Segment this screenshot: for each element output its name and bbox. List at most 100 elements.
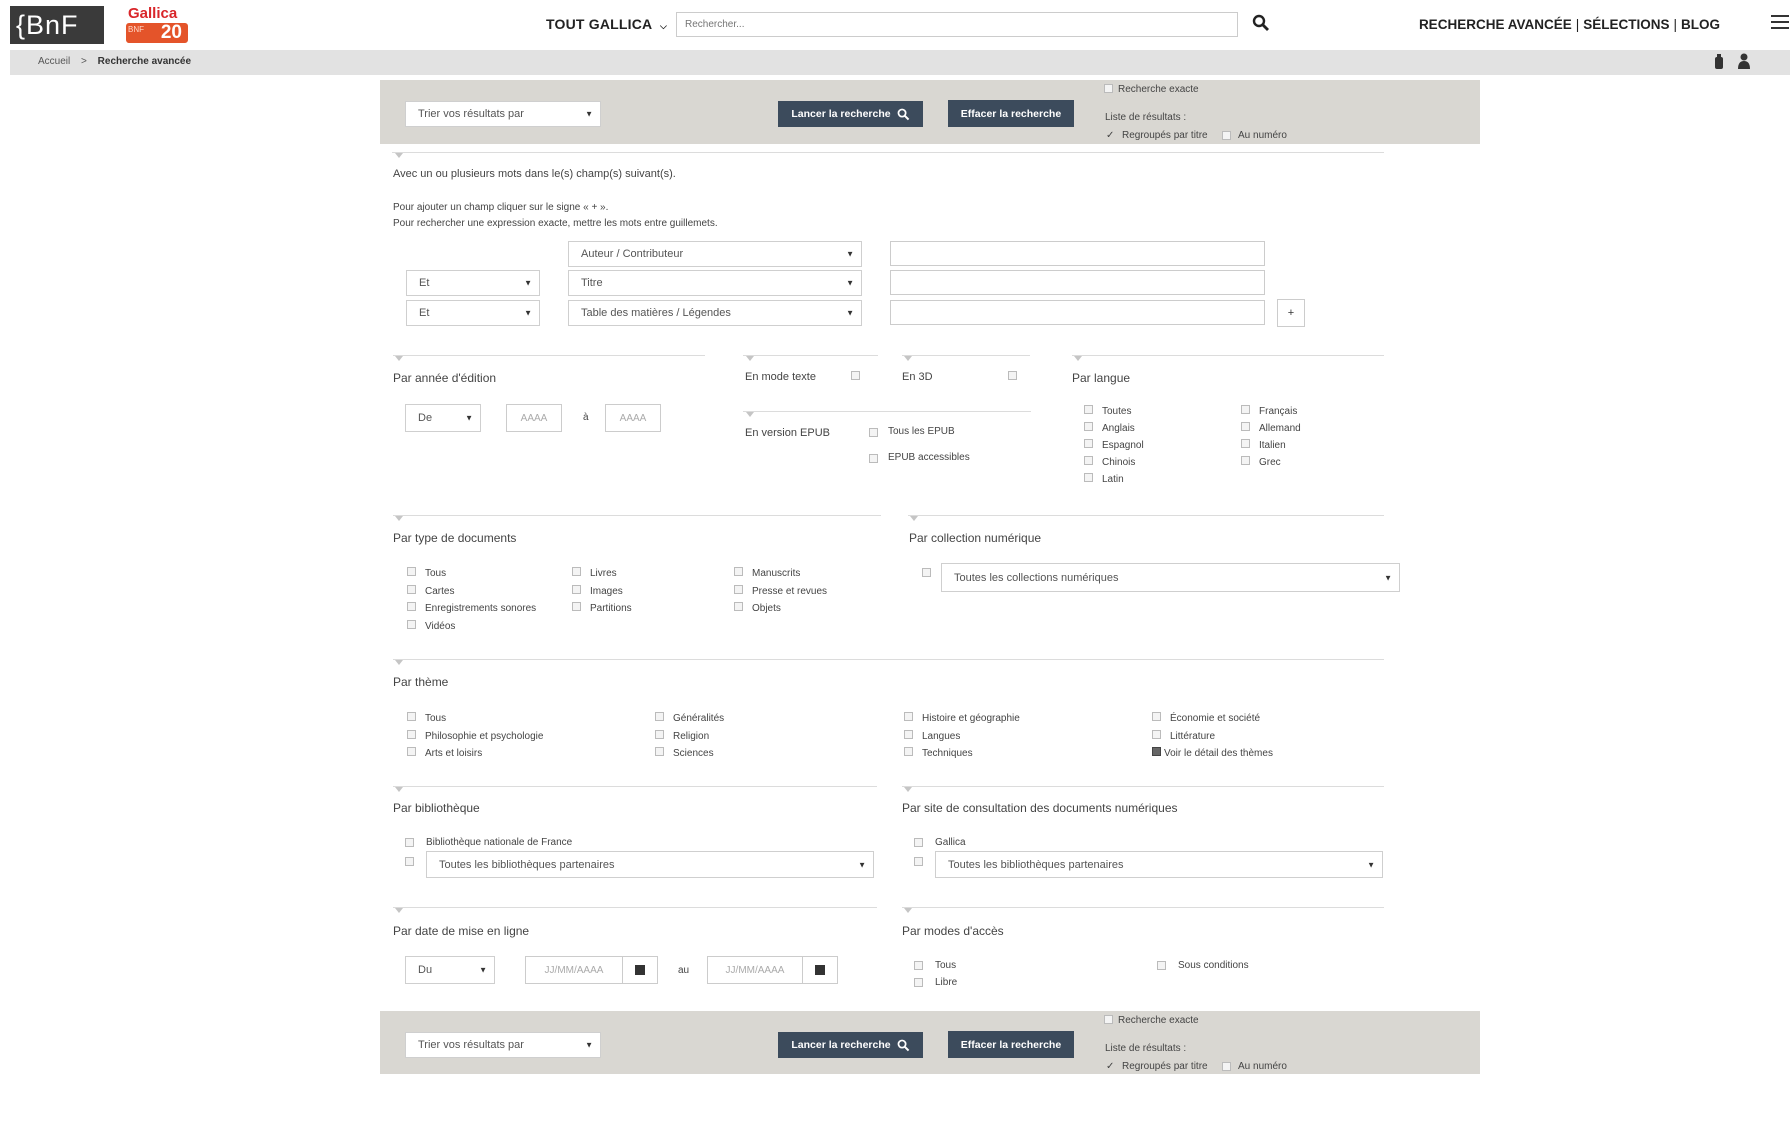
date-from-select[interactable]: Du ▼ bbox=[405, 956, 495, 984]
theme-option[interactable]: Arts et loisirs bbox=[407, 747, 543, 765]
field-input-3[interactable] bbox=[890, 300, 1265, 325]
menu-icon[interactable] bbox=[1771, 14, 1789, 30]
date-to-input[interactable]: JJ/MM/AAAA bbox=[707, 956, 803, 984]
breadcrumb-home[interactable]: Accueil bbox=[38, 56, 70, 67]
checkbox[interactable] bbox=[655, 712, 664, 721]
checkbox[interactable] bbox=[904, 747, 913, 756]
checkbox[interactable] bbox=[1241, 422, 1250, 431]
checkbox[interactable] bbox=[1241, 405, 1250, 414]
collapse-icon[interactable] bbox=[395, 787, 403, 792]
access-conditions-checkbox[interactable] bbox=[1157, 961, 1166, 970]
collapse-icon[interactable] bbox=[395, 908, 403, 913]
doctype-option[interactable]: Cartes bbox=[407, 584, 536, 603]
doctype-option[interactable]: Vidéos bbox=[407, 619, 536, 638]
checkbox[interactable] bbox=[1084, 439, 1093, 448]
language-option[interactable]: Latin bbox=[1084, 473, 1144, 490]
field-select-2[interactable]: Titre ▼ bbox=[568, 270, 862, 296]
by-number-checkbox[interactable] bbox=[1222, 131, 1231, 140]
grouped-by-title-label[interactable]: Regroupés par titre bbox=[1122, 1061, 1208, 1072]
language-option[interactable]: Anglais bbox=[1084, 422, 1144, 439]
checkbox[interactable] bbox=[734, 567, 743, 576]
checkbox[interactable] bbox=[1084, 456, 1093, 465]
doctype-option[interactable]: Manuscrits bbox=[734, 567, 827, 585]
checkbox[interactable] bbox=[1152, 712, 1161, 721]
operator-select-2[interactable]: Et ▼ bbox=[406, 270, 540, 296]
collapse-icon[interactable] bbox=[395, 356, 403, 361]
epub-accessible-checkbox[interactable] bbox=[869, 454, 878, 463]
checkbox[interactable] bbox=[904, 729, 913, 739]
checkbox[interactable] bbox=[572, 602, 581, 611]
theme-option[interactable]: Tous bbox=[407, 712, 543, 730]
field-select-3[interactable]: Table des matières / Légendes ▼ bbox=[568, 300, 862, 326]
calendar-icon[interactable] bbox=[623, 956, 658, 984]
theme-option[interactable]: Littérature bbox=[1152, 729, 1273, 748]
access-free-checkbox[interactable] bbox=[914, 978, 923, 987]
checkbox[interactable] bbox=[1241, 439, 1250, 448]
bnf-checkbox[interactable] bbox=[405, 838, 414, 847]
collapse-icon[interactable] bbox=[910, 516, 918, 521]
nav-blog[interactable]: BLOG bbox=[1681, 17, 1720, 32]
checkbox[interactable] bbox=[734, 602, 743, 611]
checkbox[interactable] bbox=[572, 567, 581, 576]
checkbox[interactable] bbox=[904, 712, 913, 721]
date-from-input[interactable]: JJ/MM/AAAA bbox=[525, 956, 623, 984]
collapse-icon[interactable] bbox=[746, 412, 754, 417]
year-to-input[interactable]: AAAA bbox=[605, 404, 661, 432]
checkbox[interactable] bbox=[1084, 405, 1093, 414]
checkbox[interactable] bbox=[572, 584, 581, 594]
doctype-option[interactable]: Partitions bbox=[572, 602, 632, 620]
calendar-icon[interactable] bbox=[803, 956, 838, 984]
bnf-logo[interactable]: {BnF bbox=[10, 6, 104, 44]
site-partner-checkbox[interactable] bbox=[914, 857, 923, 866]
add-field-button[interactable]: + bbox=[1277, 299, 1305, 327]
doctype-option[interactable]: Presse et revues bbox=[734, 584, 827, 603]
3d-checkbox[interactable] bbox=[1008, 371, 1017, 380]
collapse-icon[interactable] bbox=[395, 516, 403, 521]
exact-search-checkbox[interactable] bbox=[1104, 84, 1113, 93]
theme-option[interactable]: Économie et société bbox=[1152, 712, 1273, 730]
user-icon[interactable] bbox=[1737, 53, 1751, 70]
collapse-icon[interactable] bbox=[1074, 356, 1082, 361]
language-option[interactable]: Français bbox=[1241, 405, 1301, 422]
exact-search-checkbox[interactable] bbox=[1104, 1015, 1113, 1024]
grouped-by-title-label[interactable]: Regroupés par titre bbox=[1122, 130, 1208, 141]
theme-option[interactable]: Généralités bbox=[655, 712, 724, 730]
clear-button-bottom[interactable]: Effacer la recherche bbox=[948, 1031, 1074, 1058]
collapse-icon[interactable] bbox=[395, 153, 403, 158]
checkbox[interactable] bbox=[407, 619, 416, 629]
nav-advanced-search[interactable]: RECHERCHE AVANCÉE bbox=[1419, 17, 1572, 32]
checkbox[interactable] bbox=[655, 729, 664, 739]
theme-option[interactable]: Histoire et géographie bbox=[904, 712, 1020, 730]
checkbox[interactable] bbox=[407, 584, 416, 594]
checkbox[interactable] bbox=[407, 729, 416, 739]
library-select[interactable]: Toutes les bibliothèques partenaires ▼ bbox=[426, 851, 874, 878]
gallica-checkbox[interactable] bbox=[914, 838, 923, 847]
gallica-logo[interactable]: Gallica 20 BNF bbox=[122, 5, 192, 45]
language-option[interactable]: Grec bbox=[1241, 456, 1301, 473]
doctype-option[interactable]: Livres bbox=[572, 567, 632, 585]
library-partner-checkbox[interactable] bbox=[405, 857, 414, 866]
checkbox[interactable] bbox=[407, 712, 416, 721]
top-search-input[interactable] bbox=[676, 12, 1238, 37]
field-input-1[interactable] bbox=[890, 241, 1265, 266]
search-button[interactable]: Lancer la recherche bbox=[778, 101, 923, 127]
access-all-checkbox[interactable] bbox=[914, 961, 923, 970]
collapse-icon[interactable] bbox=[904, 356, 912, 361]
theme-option[interactable]: Langues bbox=[904, 729, 1020, 748]
search-scope-dropdown[interactable]: TOUT GALLICA ⌵ bbox=[546, 16, 667, 32]
language-option[interactable]: Espagnol bbox=[1084, 439, 1144, 456]
collapse-icon[interactable] bbox=[395, 660, 403, 665]
field-input-2[interactable] bbox=[890, 270, 1265, 295]
collection-select[interactable]: Toutes les collections numériques ▼ bbox=[941, 563, 1400, 592]
by-number-checkbox[interactable] bbox=[1222, 1062, 1231, 1071]
language-option[interactable]: Italien bbox=[1241, 439, 1301, 456]
language-option[interactable]: Chinois bbox=[1084, 456, 1144, 473]
doctype-option[interactable]: Tous bbox=[407, 567, 536, 585]
collapse-icon[interactable] bbox=[904, 908, 912, 913]
language-option[interactable]: Toutes bbox=[1084, 405, 1144, 422]
checkbox[interactable] bbox=[734, 584, 743, 594]
collapse-icon[interactable] bbox=[746, 356, 754, 361]
year-from-select[interactable]: De ▼ bbox=[405, 404, 481, 432]
collection-checkbox[interactable] bbox=[922, 568, 931, 577]
nav-selections[interactable]: SÉLECTIONS bbox=[1583, 17, 1669, 32]
